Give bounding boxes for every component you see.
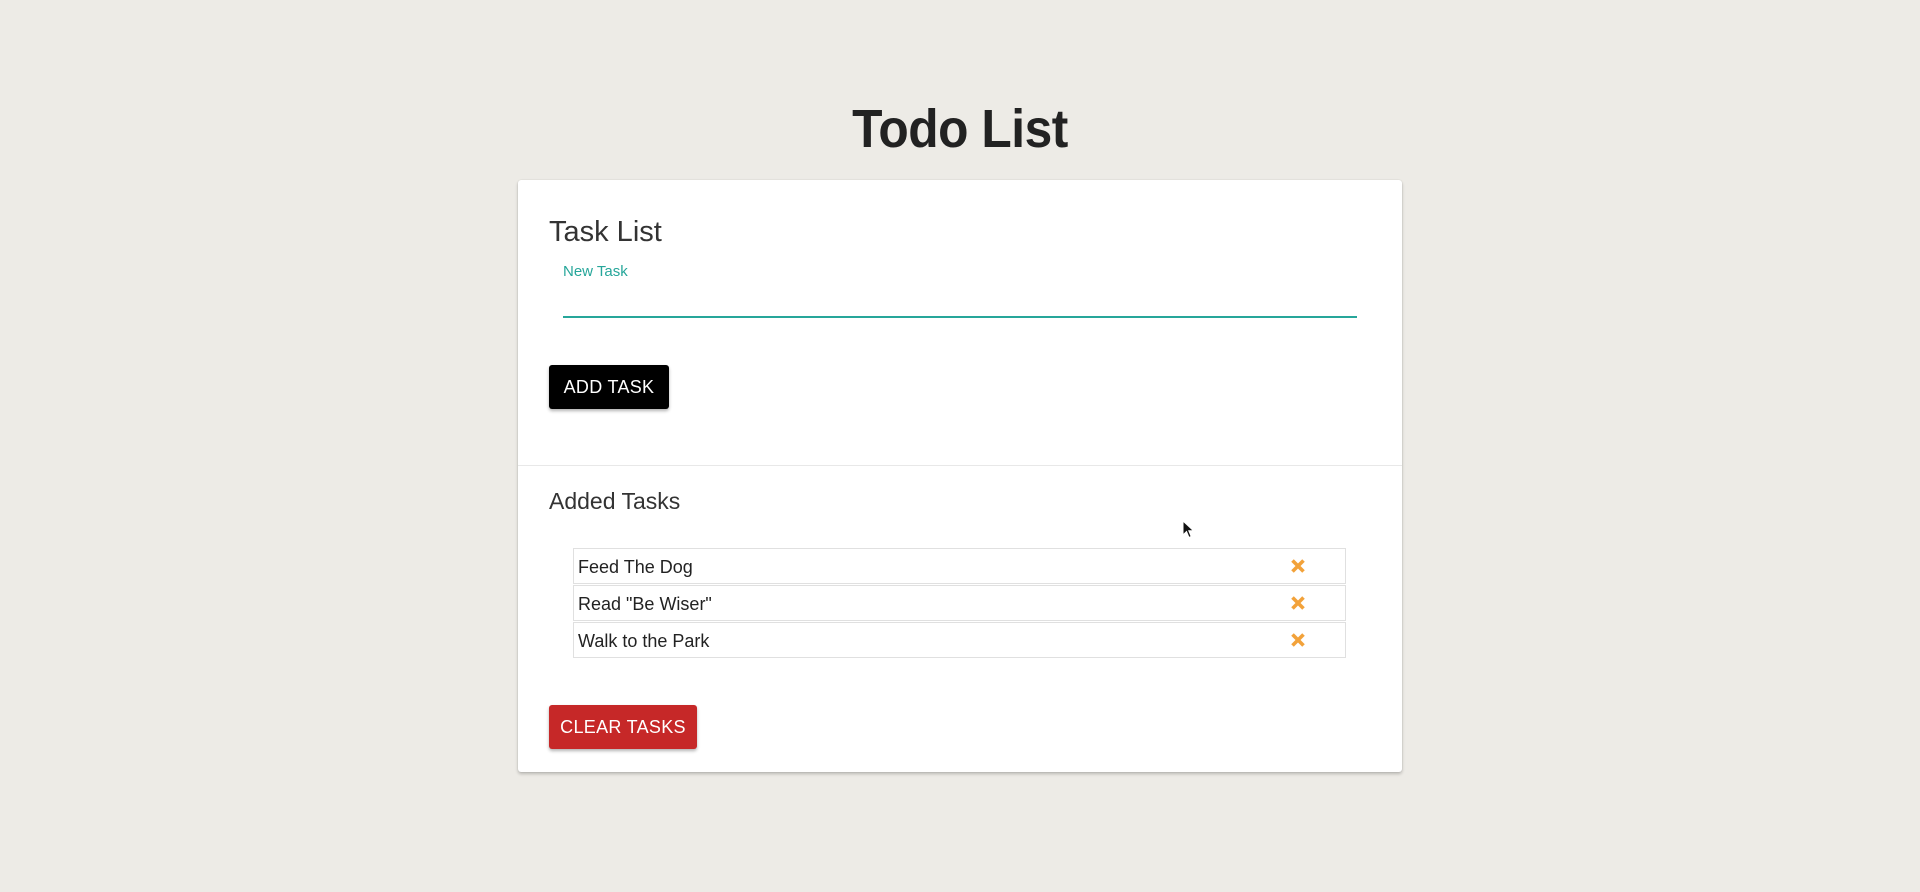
- new-task-label: New Task: [563, 263, 628, 280]
- task-text: Feed The Dog: [578, 557, 693, 577]
- close-icon-glyph: [1291, 559, 1305, 573]
- clear-tasks-button[interactable]: CLEAR TASKS: [549, 705, 697, 749]
- list-item: Walk to the Park: [573, 622, 1346, 658]
- task-text: Read "Be Wiser": [578, 594, 712, 614]
- page-title: Todo List: [852, 99, 1068, 159]
- card-heading: Task List: [549, 216, 662, 248]
- added-tasks-heading: Added Tasks: [549, 488, 681, 514]
- page: Todo List Task List New Task ADD TASK Ad…: [0, 0, 1920, 892]
- close-icon-glyph: [1291, 633, 1305, 647]
- list-item: Read "Be Wiser": [573, 585, 1346, 621]
- close-icon-glyph: [1291, 596, 1305, 610]
- task-list: Feed The Dog Read "Be Wiser" Walk to the…: [573, 548, 1346, 659]
- list-item: Feed The Dog: [573, 548, 1346, 584]
- close-icon[interactable]: [1287, 555, 1309, 577]
- mouse-pointer-icon: [1182, 520, 1195, 539]
- close-icon[interactable]: [1287, 629, 1309, 651]
- add-task-button[interactable]: ADD TASK: [549, 365, 669, 409]
- todo-card: Task List New Task ADD TASK Added Tasks …: [518, 180, 1402, 772]
- task-form-section: Task List New Task ADD TASK: [518, 180, 1402, 466]
- close-icon[interactable]: [1287, 592, 1309, 614]
- new-task-input[interactable]: [563, 284, 1357, 318]
- task-text: Walk to the Park: [578, 631, 710, 651]
